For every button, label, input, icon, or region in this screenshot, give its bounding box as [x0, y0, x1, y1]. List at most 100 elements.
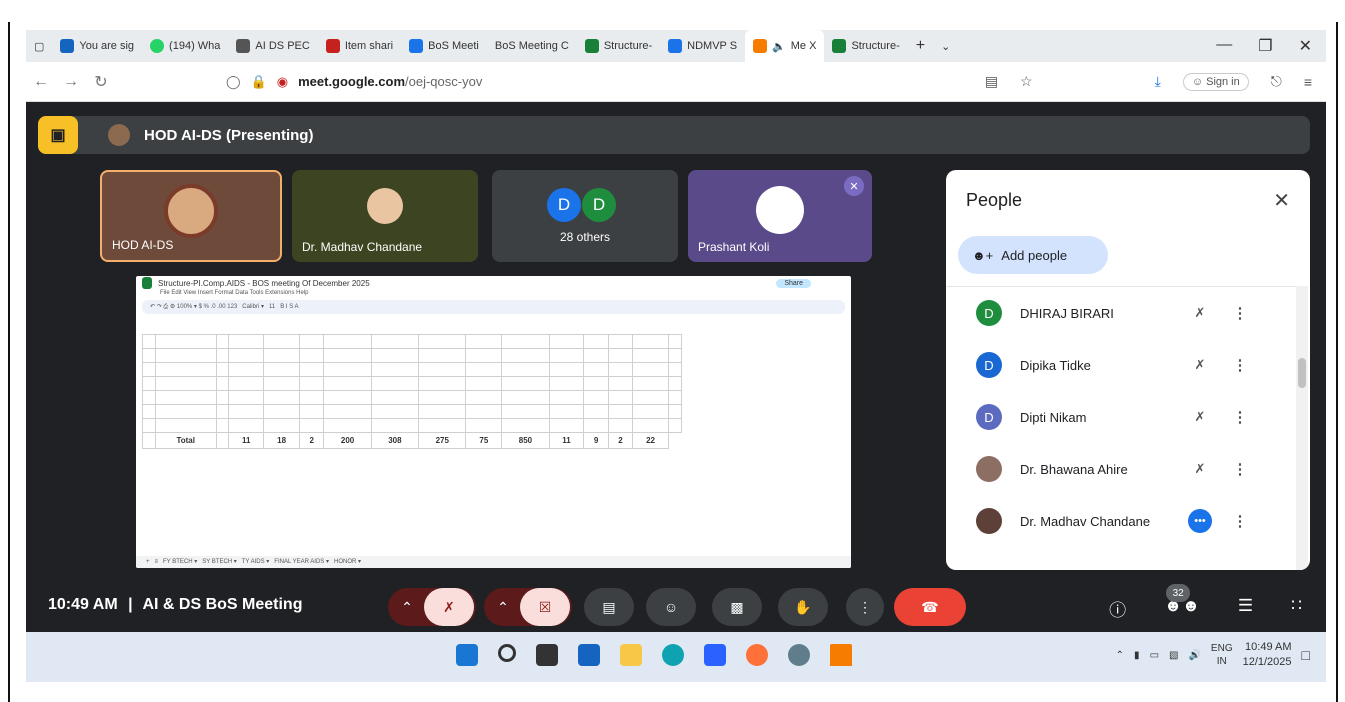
- reload-icon[interactable]: ↻: [86, 72, 116, 92]
- shield-icon: ◯: [226, 73, 241, 89]
- table-cell: 11: [228, 432, 265, 449]
- mic-off-icon[interactable]: ✗: [1180, 461, 1220, 477]
- present-screen-button[interactable]: ▤: [584, 588, 634, 626]
- table-cell: [299, 334, 325, 349]
- info-icon[interactable]: ⓘ: [1109, 596, 1126, 621]
- volume-icon[interactable]: 🔊: [1188, 650, 1200, 661]
- table-cell: [583, 418, 609, 433]
- menu-icon[interactable]: ≡: [1304, 74, 1312, 90]
- restore-icon[interactable]: ❐: [1258, 36, 1272, 56]
- close-icon[interactable]: ✕: [1273, 188, 1290, 213]
- scroll-thumb[interactable]: [1298, 358, 1306, 388]
- table-cell: [465, 418, 503, 433]
- browser-tab-active[interactable]: 🔈 Me X: [745, 30, 825, 62]
- vlc-icon[interactable]: [830, 644, 852, 666]
- list-item[interactable]: D Dipti Nikam ✗ ⋮: [946, 391, 1296, 443]
- settings-icon[interactable]: [788, 644, 810, 666]
- minimize-icon[interactable]: —: [1216, 36, 1232, 56]
- browser-tab[interactable]: AI DS PEC: [228, 30, 317, 62]
- sheets-icon: [142, 277, 152, 289]
- table-cell: [370, 404, 420, 419]
- browser-tab[interactable]: Item shari: [318, 30, 401, 62]
- url-field[interactable]: ◯ 🔒 ◉ meet.google.com/oej-qosc-yov: [226, 74, 482, 90]
- chevron-up-icon[interactable]: ⌃: [486, 599, 520, 616]
- person-name: Dr. Bhawana Ahire: [1020, 461, 1128, 477]
- bookmark-star-icon[interactable]: ☆: [1020, 73, 1033, 90]
- table-row: [142, 348, 683, 363]
- mic-off-icon[interactable]: ✗: [1180, 305, 1220, 321]
- browser-tab[interactable]: BoS Meeti: [401, 30, 487, 62]
- edge-icon[interactable]: [662, 644, 684, 666]
- sign-in-button[interactable]: ☺ Sign in: [1182, 72, 1249, 91]
- file-explorer-icon[interactable]: [620, 644, 642, 666]
- mic-off-icon[interactable]: ✗: [1180, 357, 1220, 373]
- task-view-icon[interactable]: [536, 644, 558, 666]
- network-icon[interactable]: ▧: [1169, 650, 1178, 661]
- more-vert-icon[interactable]: ⋮: [1220, 460, 1260, 478]
- search-icon[interactable]: [498, 644, 516, 662]
- table-cell: [548, 334, 585, 349]
- table-cell: [632, 348, 669, 363]
- people-scrollbar[interactable]: [1296, 286, 1308, 570]
- leave-call-button[interactable]: ☎: [894, 588, 966, 626]
- screen-share-off-icon[interactable]: ▣: [38, 116, 78, 154]
- raise-hand-button[interactable]: ✋: [778, 588, 828, 626]
- store-icon[interactable]: [704, 644, 726, 666]
- reader-view-icon[interactable]: ▤: [985, 73, 998, 90]
- camera-off-button[interactable]: ☒: [520, 588, 570, 626]
- new-tab-button[interactable]: +: [908, 30, 933, 62]
- usb-icon: ▮: [1134, 649, 1140, 661]
- list-item[interactable]: Dr. Madhav Chandane ••• ⋮: [946, 495, 1296, 547]
- captions-button[interactable]: ▩: [712, 588, 762, 626]
- more-vert-icon[interactable]: ⋮: [1220, 408, 1260, 426]
- emoji-button[interactable]: ☺: [646, 588, 696, 626]
- chevron-up-icon[interactable]: ⌃: [1116, 650, 1124, 661]
- tab-list-chevron-icon[interactable]: ⌄: [933, 30, 958, 62]
- more-vert-icon[interactable]: ⋮: [1220, 512, 1260, 530]
- participant-tile-madhav[interactable]: Dr. Madhav Chandane: [292, 170, 478, 262]
- download-icon[interactable]: ⤓: [1155, 73, 1161, 90]
- list-item[interactable]: Dr. Bhawana Ahire ✗ ⋮: [946, 443, 1296, 495]
- table-cell: [299, 348, 325, 363]
- chevron-up-icon[interactable]: ⌃: [390, 599, 424, 616]
- participant-tile-prashant[interactable]: ✕ Prashant Koli: [688, 170, 872, 262]
- table-cell: [142, 432, 156, 449]
- windows-start-icon[interactable]: [456, 644, 478, 666]
- tab-menu-icon[interactable]: ▢: [26, 30, 52, 62]
- more-vert-icon[interactable]: ⋮: [1220, 304, 1260, 322]
- taskbar-clock[interactable]: 10:49 AM 12/1/2025: [1243, 640, 1292, 670]
- browser-tab[interactable]: You are sig: [52, 30, 142, 62]
- table-cell: [465, 404, 503, 419]
- add-people-button[interactable]: ☻+ Add people: [958, 236, 1108, 274]
- forward-arrow-icon[interactable]: →: [56, 73, 86, 91]
- language-indicator[interactable]: ENG IN: [1211, 642, 1233, 668]
- people-icon[interactable]: ☻☻ 32: [1164, 584, 1200, 621]
- participant-tile-hod[interactable]: HOD AI-DS: [100, 170, 282, 262]
- widgets-icon[interactable]: [578, 644, 600, 666]
- table-cell: [501, 376, 550, 391]
- browser-tab[interactable]: NDMVP S: [660, 30, 745, 62]
- table-cell: [154, 334, 217, 349]
- browser-tab[interactable]: BoS Meeting C: [487, 30, 577, 62]
- more-vert-icon[interactable]: ⋮: [1220, 356, 1260, 374]
- mic-off-button[interactable]: ✗: [424, 588, 474, 626]
- browser-tab[interactable]: (194) Wha: [142, 30, 228, 62]
- mic-off-icon: ✕: [844, 176, 864, 196]
- more-options-button[interactable]: ⋮: [846, 588, 884, 626]
- back-arrow-icon[interactable]: ←: [26, 73, 56, 91]
- activities-grid-icon[interactable]: ∷: [1291, 596, 1302, 621]
- mic-off-icon[interactable]: ✗: [1180, 409, 1220, 425]
- browser-tab[interactable]: Structure-: [824, 30, 907, 62]
- notification-icon[interactable]: □: [1302, 647, 1310, 663]
- browser-tab[interactable]: Structure-: [577, 30, 660, 62]
- firefox-icon[interactable]: [746, 644, 768, 666]
- share-icon[interactable]: ⎋: [1271, 73, 1282, 90]
- share-button[interactable]: Share: [776, 278, 811, 288]
- meet-control-bar: 10:49 AM | AI & DS BoS Meeting ⌃ ✗ ⌃ ☒ ▤…: [26, 582, 1326, 632]
- close-window-icon[interactable]: ✕: [1299, 36, 1312, 56]
- list-item[interactable]: D Dipika Tidke ✗ ⋮: [946, 339, 1296, 391]
- list-item[interactable]: D DHIRAJ BIRARI ✗ ⋮: [946, 287, 1296, 339]
- participant-tile-others[interactable]: D D 28 others: [492, 170, 678, 262]
- table-cell: [323, 418, 372, 433]
- chat-icon[interactable]: ☰: [1238, 596, 1253, 621]
